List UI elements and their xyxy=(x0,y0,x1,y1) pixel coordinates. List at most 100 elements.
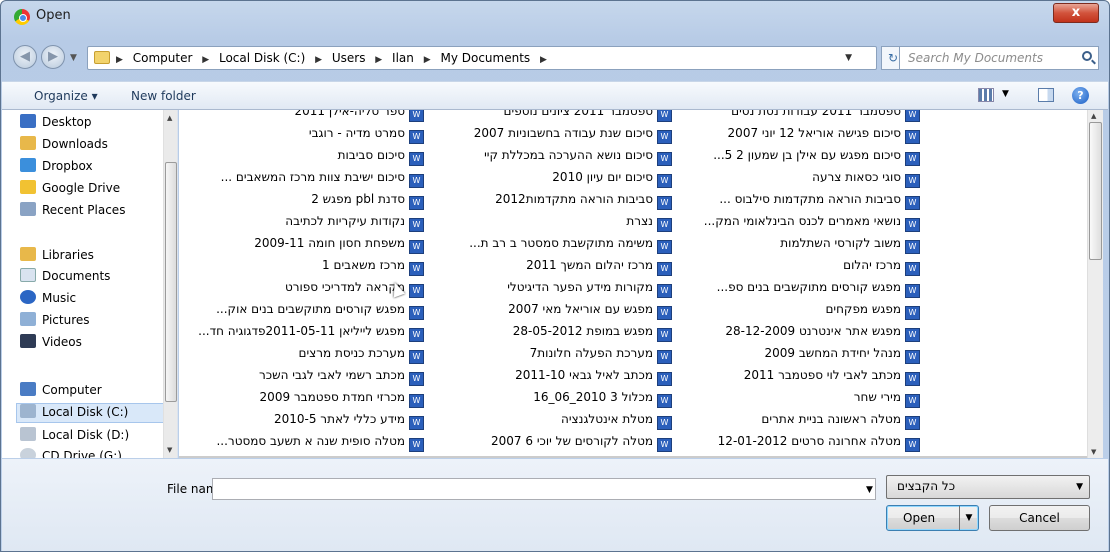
file-item[interactable]: W נושאי מאמרים לכנס הבינלאומי המק... xyxy=(675,214,920,236)
file-item[interactable]: W סיכום פגישה אוריאל 12 יוני 2007 xyxy=(675,126,920,148)
file-item[interactable]: Wמערכת כניסת מרצים xyxy=(179,346,424,368)
file-item[interactable]: W מטלה לקורסים של יוכי 6 2007 xyxy=(427,434,672,456)
scroll-thumb[interactable] xyxy=(165,162,177,402)
file-item[interactable]: W מטלת אינטלגנציה xyxy=(427,412,672,434)
breadcrumb-item-local-disk[interactable]: Local Disk (C:) xyxy=(219,51,305,65)
file-item[interactable]: W מקראה למדריכי ספורט xyxy=(179,280,424,302)
file-name-input[interactable] xyxy=(212,478,876,500)
close-button[interactable]: x xyxy=(1053,3,1099,23)
file-item[interactable]: W סיכום יום עיון 2010 xyxy=(427,170,672,192)
nav-item-dropbox[interactable]: Dropbox xyxy=(20,158,93,178)
nav-item-computer[interactable]: Computer xyxy=(20,382,102,402)
file-item[interactable]: W סוגי כסאות צרעה xyxy=(675,170,920,192)
nav-item-google-drive[interactable]: Google Drive xyxy=(20,180,120,200)
file-item[interactable]: W משימה מתוקשבת סמסטר ב רב ת... xyxy=(427,236,672,258)
nav-item-cd-drive[interactable]: CD Drive (G:) xyxy=(20,448,122,458)
breadcrumb-item-users[interactable]: Users xyxy=(332,51,366,65)
word-document-icon: W xyxy=(657,152,672,166)
file-item[interactable]: W מפגש אתר אינטרנט 28-12-2009 xyxy=(675,324,920,346)
file-item[interactable]: W מפגש לייליאן 2011-05-11פדגוגיה חד... xyxy=(179,324,424,346)
search-icon[interactable] xyxy=(1082,51,1092,61)
file-item[interactable]: W מקורות מידע הפער הדיגיטלי xyxy=(427,280,672,302)
file-item[interactable]: W מרכז יהלום xyxy=(675,258,920,280)
file-item[interactable]: W מטלה ראשונה בניית אתרים xyxy=(675,412,920,434)
nav-item-libraries[interactable]: Libraries xyxy=(20,247,94,267)
scroll-up-arrow[interactable]: ▲ xyxy=(167,114,172,122)
file-item[interactable]: W מערכת הפעלה חלונות7 xyxy=(427,346,672,368)
breadcrumb-item-my-documents[interactable]: My Documents xyxy=(440,51,530,65)
forward-button[interactable]: ▶ xyxy=(41,45,65,69)
open-split-dropdown[interactable]: ▼ xyxy=(959,506,978,530)
file-item[interactable]: W סמרט מדיה - רוגבי xyxy=(179,126,424,148)
nav-item-local-disk-c[interactable]: Local Disk (C:) xyxy=(16,403,164,423)
nav-item-music[interactable]: Music xyxy=(20,290,76,310)
scroll-down-arrow[interactable]: ▼ xyxy=(1091,448,1096,456)
nav-item-desktop[interactable]: Desktop xyxy=(20,114,92,134)
breadcrumb-item-ilan[interactable]: Ilan xyxy=(392,51,414,65)
file-item[interactable]: Wספר סליה-אילן 2011 xyxy=(179,110,424,126)
file-item[interactable]: W סיכום ישיבת צוות מרכז המשאבים ... xyxy=(179,170,424,192)
address-dropdown[interactable]: ▼ xyxy=(845,53,852,63)
breadcrumb-item-computer[interactable]: Computer xyxy=(133,51,193,65)
word-document-icon: W xyxy=(905,394,920,408)
cancel-button[interactable]: Cancel xyxy=(989,505,1090,531)
file-item[interactable]: W מרכז יהלום המשך 2011 xyxy=(427,258,672,280)
nav-item-documents[interactable]: Documents xyxy=(20,268,110,288)
file-item[interactable]: W ספטמבר 2011 עבודות נסת נסים xyxy=(675,110,920,126)
file-item[interactable]: W מפגש מפקחים xyxy=(675,302,920,324)
nav-scrollbar[interactable]: ▲ ▼ xyxy=(163,110,177,458)
file-item[interactable]: W סביבות הוראה מתקדמות2012 xyxy=(427,192,672,214)
back-button[interactable]: ◀ xyxy=(13,45,37,69)
scroll-down-arrow[interactable]: ▼ xyxy=(167,446,172,454)
word-document-icon: W xyxy=(409,240,424,254)
file-item[interactable]: W מנהל יחידת המחשב 2009 xyxy=(675,346,920,368)
file-item[interactable]: W מרכז משאבים 1 xyxy=(179,258,424,280)
file-item[interactable]: W נקודות עיקריות לכתיבה xyxy=(179,214,424,236)
organize-button[interactable]: Organize ▾ xyxy=(34,89,98,103)
file-item[interactable]: W סביבות הוראה מתקדמות סילבוס ... xyxy=(675,192,920,214)
recent-locations-dropdown[interactable]: ▼ xyxy=(70,53,77,63)
file-item[interactable]: W משוב לקורסי השתלמות xyxy=(675,236,920,258)
title-bar[interactable]: Open x xyxy=(1,1,1109,31)
file-item[interactable]: W מכלול 3 2010_06_16 xyxy=(427,390,672,412)
nav-item-downloads[interactable]: Downloads xyxy=(20,136,108,156)
nav-item-pictures[interactable]: Pictures xyxy=(20,312,90,332)
file-type-select[interactable]: כל הקבצים ▼ xyxy=(886,475,1090,499)
file-item[interactable]: W מטלה אחרונה סרטים 12-01-2012 xyxy=(675,434,920,456)
nav-item-local-disk-d[interactable]: Local Disk (D:) xyxy=(20,427,129,447)
file-item[interactable]: W נצרת xyxy=(427,214,672,236)
word-document-icon: W xyxy=(905,284,920,298)
file-item[interactable]: W מכתב רשמי לאבי לגבי השכר xyxy=(179,368,424,390)
file-item[interactable]: W ספטמבר 2011 ציונים נוספים xyxy=(427,110,672,126)
file-item[interactable]: W מפגש במופת 28-05-2012 xyxy=(427,324,672,346)
files-scrollbar[interactable]: ▲ ▼ xyxy=(1087,110,1103,458)
file-item[interactable]: W מידע כללי לאתר 2010-5 xyxy=(179,412,424,434)
downloads-icon xyxy=(20,136,36,150)
file-item[interactable]: W מכתב לאיל גבאי 2011-10 xyxy=(427,368,672,390)
open-button[interactable]: Open ▼ xyxy=(886,505,979,531)
file-item[interactable]: W מירי שחר xyxy=(675,390,920,412)
search-input[interactable]: Search My Documents xyxy=(899,46,1099,70)
file-item[interactable]: W סדנת pbl מפגש 2 xyxy=(179,192,424,214)
nav-item-recent-places[interactable]: Recent Places xyxy=(20,202,125,222)
help-icon[interactable]: ? xyxy=(1072,87,1089,104)
scroll-up-arrow[interactable]: ▲ xyxy=(1091,112,1096,120)
file-item[interactable]: W מפגש עם אוריאל מאי 2007 xyxy=(427,302,672,324)
file-item[interactable]: W מפגש קורסים מתוקשבים בנים אוק... xyxy=(179,302,424,324)
breadcrumb[interactable]: ▶ Computer ▶ Local Disk (C:) ▶ Users ▶ I… xyxy=(87,46,877,70)
file-item[interactable]: W מכרזי חמדת ספטמבר 2009 xyxy=(179,390,424,412)
file-item[interactable]: W סיכום סביבות xyxy=(179,148,424,170)
scroll-thumb[interactable] xyxy=(1089,122,1102,260)
file-item[interactable]: W סיכום מפגש עם אילן בן שמעון 2 5... xyxy=(675,148,920,170)
preview-pane-icon[interactable] xyxy=(1038,88,1054,102)
file-item[interactable]: W סיכום שנת עבודה בחשבוניות 2007 xyxy=(427,126,672,148)
view-options-icon[interactable] xyxy=(978,88,994,102)
file-item[interactable]: W מכתב לאבי לוי ספטמבר 2011 xyxy=(675,368,920,390)
file-item[interactable]: W מפגש קורסים מתוקשבים בנים ספ... xyxy=(675,280,920,302)
file-item[interactable]: W מטלה סופית שנה א תשעב סמסטר... xyxy=(179,434,424,456)
view-dropdown[interactable]: ▼ xyxy=(1002,89,1009,99)
file-item[interactable]: W משפחת חסון חומה 2009-11 xyxy=(179,236,424,258)
nav-item-videos[interactable]: Videos xyxy=(20,334,82,354)
file-item[interactable]: W סיכום נושא ההערכה במכללת קיי xyxy=(427,148,672,170)
new-folder-button[interactable]: New folder xyxy=(131,89,196,103)
